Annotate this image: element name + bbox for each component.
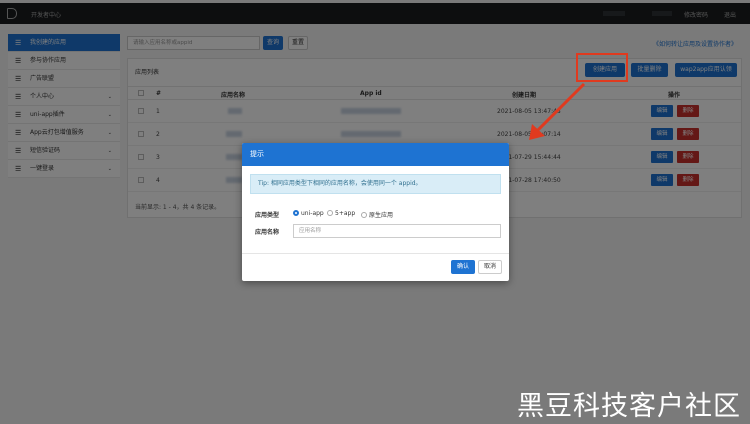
dialog-divider — [242, 253, 509, 254]
radio-dot-icon — [293, 210, 299, 216]
app-type-label: 应用类型 — [255, 212, 280, 219]
radio-native-app[interactable]: 原生应用 — [361, 210, 393, 219]
dialog-title: 提示 — [242, 143, 509, 166]
radio-label: 原生应用 — [369, 212, 394, 219]
radio-dot-icon — [361, 212, 367, 218]
radio-uni-app[interactable]: uni-app — [293, 210, 324, 217]
cancel-button[interactable]: 取消 — [478, 260, 502, 274]
app-name-input[interactable]: 应用名称 — [293, 224, 501, 238]
radio-dot-icon — [327, 210, 333, 216]
arrow-shaft — [536, 82, 586, 132]
radio-label: 5+app — [335, 210, 356, 217]
radio-label: uni-app — [301, 210, 324, 217]
create-app-dialog: 提示 Tip: 相同应用类型下相同的应用名称，会使用同一个 appid。 应用类… — [242, 143, 509, 281]
radio-5plus-app[interactable]: 5+app — [327, 210, 355, 217]
dialog-tip: Tip: 相同应用类型下相同的应用名称，会使用同一个 appid。 — [250, 174, 501, 194]
watermark: 黑豆科技客户社区 — [517, 391, 741, 422]
confirm-button[interactable]: 确认 — [451, 260, 475, 274]
app-name-label: 应用名称 — [255, 229, 280, 236]
